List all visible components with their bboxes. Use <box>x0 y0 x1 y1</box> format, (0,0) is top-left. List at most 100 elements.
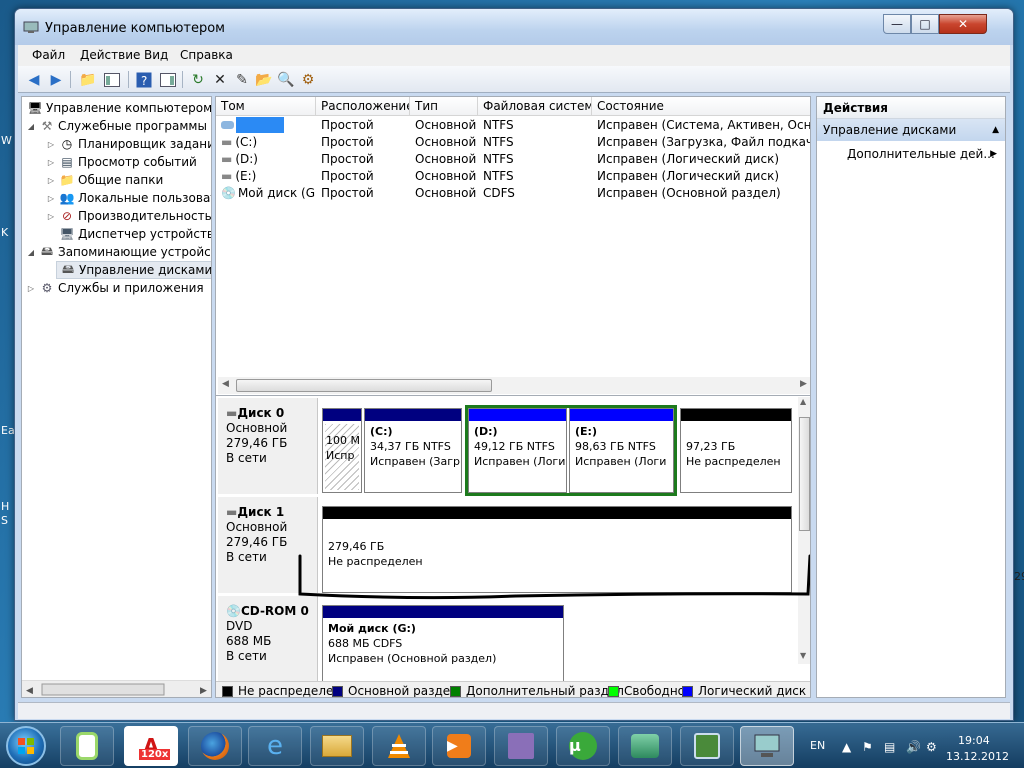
tree-item-label: Общие папки <box>78 173 164 187</box>
tree-item-system-tools[interactable]: ◢ ⚒ Служебные программы <box>26 117 207 135</box>
computer-management-taskbar-icon <box>754 734 780 757</box>
tree-item-local-users[interactable]: ▷ 👥 Локальные пользовате <box>46 189 211 207</box>
expanded-arrow-icon[interactable]: ◢ <box>26 248 36 257</box>
maximize-button[interactable]: □ <box>911 14 939 34</box>
volume-row[interactable]: ▬ (E:) Простой Основной NTFS Исправен (Ло… <box>216 168 810 185</box>
column-header-layout[interactable]: Расположение <box>316 97 410 116</box>
more-actions-label: Дополнительные дей... <box>847 147 995 161</box>
volume-fs-cell: NTFS <box>483 118 514 132</box>
volume-type-cell: Основной <box>415 186 477 200</box>
delete-icon[interactable]: ✕ <box>210 70 230 89</box>
flag-icon[interactable]: ⚑ <box>862 740 873 754</box>
minimize-button[interactable]: — <box>883 14 911 34</box>
taskbar-app-vlc[interactable] <box>372 726 426 766</box>
tree-item-label: Управление дисками <box>79 263 212 277</box>
refresh-icon[interactable]: ↻ <box>188 70 208 89</box>
update-icon[interactable]: ⚙ <box>926 740 937 754</box>
start-button[interactable] <box>6 726 46 766</box>
scrollbar-thumb[interactable] <box>236 379 492 392</box>
disk-legend: Не распределен Основной раздел Дополните… <box>216 681 810 697</box>
close-button[interactable]: ✕ <box>939 14 987 34</box>
actions-section-label: Управление дисками <box>823 123 957 137</box>
toolbar-separator <box>182 71 183 88</box>
tree-item-services-apps[interactable]: ▷ ⚙ Службы и приложения <box>26 279 204 297</box>
collapsed-arrow-icon[interactable]: ▷ <box>46 140 56 149</box>
utorrent-icon: µ <box>569 732 597 760</box>
clock-time[interactable]: 19:04 <box>958 734 990 747</box>
redacted-volume-name <box>236 117 284 133</box>
forward-arrow-icon[interactable]: ▶ <box>46 70 66 89</box>
tree-item-root[interactable]: 🖥 Управление компьютером (л <box>24 99 211 117</box>
volume-icon[interactable]: 🔊 <box>906 740 921 754</box>
scroll-right-arrow-icon[interactable]: ▶ <box>800 379 807 389</box>
taskbar-app-save-tool[interactable] <box>494 726 548 766</box>
collapse-arrow-icon[interactable]: ▲ <box>992 119 999 141</box>
navigation-tree[interactable]: 🖥 Управление компьютером (л ◢ ⚒ Служебны… <box>21 96 212 698</box>
column-header-status[interactable]: Состояние <box>592 97 810 116</box>
tree-item-performance[interactable]: ▷ ⊘ Производительность <box>46 207 211 225</box>
svg-text:◀: ◀ <box>26 686 33 696</box>
collapsed-arrow-icon[interactable]: ▷ <box>26 284 36 293</box>
title-bar[interactable]: Управление компьютером — □ ✕ <box>15 9 1013 45</box>
clock-date[interactable]: 13.12.2012 <box>946 750 1009 763</box>
computer-management-window[interactable]: Управление компьютером — □ ✕ Файл Действ… <box>14 8 1014 721</box>
tree-item-storage[interactable]: ◢ 🖴 Запоминающие устройст <box>26 243 212 261</box>
volume-list-horizontal-scrollbar[interactable]: ◀ ▶ <box>218 377 810 394</box>
taskbar-app-utorrent[interactable]: µ <box>556 726 610 766</box>
volume-row[interactable]: ▬ (D:) Простой Основной NTFS Исправен (Ло… <box>216 151 810 168</box>
app-icon <box>76 732 98 760</box>
collapsed-arrow-icon[interactable]: ▷ <box>46 158 56 167</box>
back-arrow-icon[interactable]: ◀ <box>24 70 44 89</box>
volume-icon <box>221 121 234 129</box>
collapsed-arrow-icon[interactable]: ▷ <box>46 194 56 203</box>
menu-help[interactable]: Справка <box>180 48 233 62</box>
scroll-left-arrow-icon[interactable]: ◀ <box>222 379 229 389</box>
expanded-arrow-icon[interactable]: ◢ <box>26 122 36 131</box>
properties-icon[interactable]: ✎ <box>232 70 252 89</box>
tree-item-event-viewer[interactable]: ▷ ▤ Просмотр событий <box>46 153 197 171</box>
menu-file[interactable]: Файл <box>32 48 65 62</box>
actions-section-disk-management[interactable]: Управление дисками ▲ <box>817 119 1005 141</box>
menu-view[interactable]: Вид <box>144 48 168 62</box>
tree-item-disk-management[interactable]: 🖴 Управление дисками <box>56 261 212 279</box>
desktop-edge-text: H <box>1 500 10 513</box>
show-hide-tree-icon[interactable] <box>102 70 122 89</box>
up-folder-icon[interactable]: 📁 <box>78 70 98 89</box>
taskbar-app-communicator[interactable] <box>60 726 114 766</box>
language-indicator[interactable]: EN <box>810 739 825 752</box>
taskbar-app-acrobat[interactable]: A 120x <box>124 726 178 766</box>
volume-row[interactable]: ▬ (C:) Простой Основной NTFS Исправен (За… <box>216 134 810 151</box>
column-header-filesystem[interactable]: Файловая система <box>478 97 592 116</box>
taskbar-app-network-tool[interactable] <box>618 726 672 766</box>
taskbar-app-media-player[interactable]: ▶ <box>432 726 486 766</box>
tree-horizontal-scrollbar[interactable]: ◀ ▶ <box>22 680 211 697</box>
volume-row[interactable]: Простой Основной NTFS Исправен (Система,… <box>216 117 810 134</box>
show-action-pane-icon[interactable] <box>158 70 178 89</box>
tree-item-shared-folders[interactable]: ▷ 📁 Общие папки <box>46 171 163 189</box>
desktop-edge-text: W <box>1 134 12 147</box>
search-icon[interactable]: 🔍 <box>276 70 296 89</box>
column-header-volume[interactable]: Том <box>216 97 316 116</box>
taskbar-app-tool[interactable] <box>680 726 734 766</box>
menu-action[interactable]: Действие <box>80 48 140 62</box>
computer-management-app-icon <box>23 19 39 35</box>
show-hidden-icons-arrow-icon[interactable]: ▲ <box>842 740 851 754</box>
more-actions-item[interactable]: Дополнительные дей... ▶ <box>817 141 1005 167</box>
tree-item-label: Запоминающие устройст <box>58 245 212 259</box>
open-folder-icon[interactable]: 📂 <box>254 70 274 89</box>
column-header-type[interactable]: Тип <box>410 97 478 116</box>
taskbar-app-computer-management-active[interactable] <box>740 726 794 766</box>
network-icon[interactable]: ▤ <box>884 740 895 754</box>
taskbar-app-explorer[interactable] <box>310 726 364 766</box>
tree-item-task-scheduler[interactable]: ▷ ◷ Планировщик заданий <box>46 135 211 153</box>
collapsed-arrow-icon[interactable]: ▷ <box>46 212 56 221</box>
taskbar-app-internet-explorer[interactable]: e <box>248 726 302 766</box>
volume-row[interactable]: 💿 Мой диск (G:) Простой Основной CDFS Исп… <box>216 185 810 202</box>
tree-item-device-manager[interactable]: 🖥 Диспетчер устройств <box>56 225 211 243</box>
status-bar <box>18 702 1010 719</box>
collapsed-arrow-icon[interactable]: ▷ <box>46 176 56 185</box>
disk-settings-icon[interactable]: ⚙ <box>298 70 318 89</box>
taskbar: A 120x e ▶ µ EN ▲ ⚑ ▤ 🔊 ⚙ 19:04 13.12.20… <box>0 722 1024 768</box>
help-icon[interactable]: ? <box>134 70 154 89</box>
taskbar-app-firefox[interactable] <box>188 726 242 766</box>
